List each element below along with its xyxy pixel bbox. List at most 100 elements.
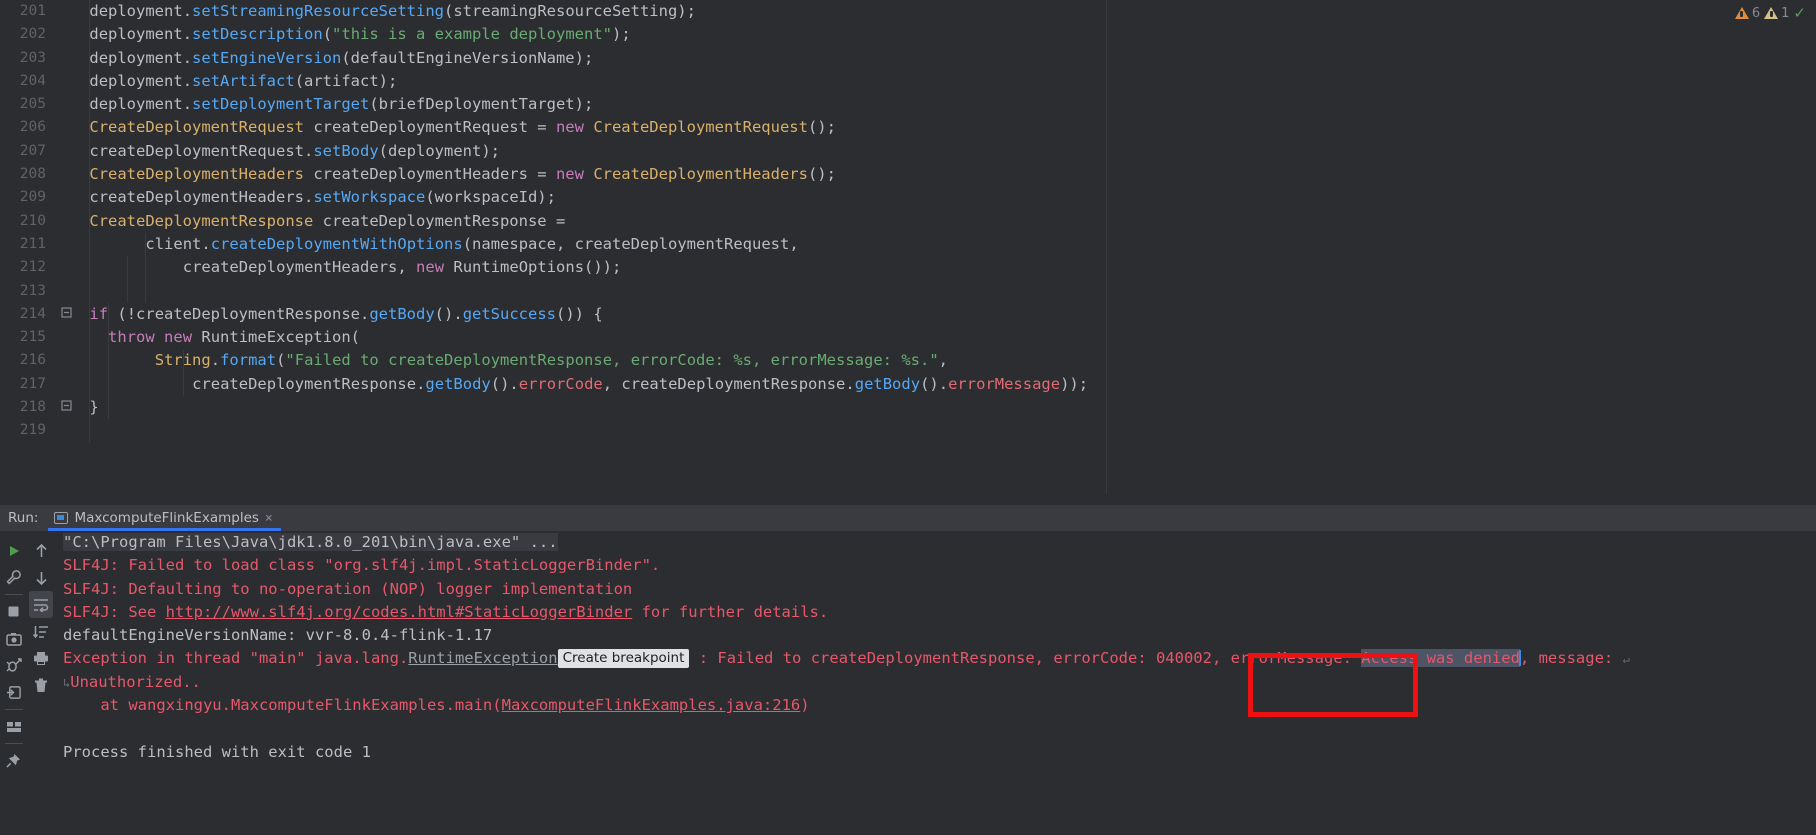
down-button[interactable] bbox=[29, 564, 53, 591]
rerun-button[interactable] bbox=[2, 537, 26, 564]
console-line[interactable]: "C:\Program Files\Java\jdk1.8.0_201\bin\… bbox=[55, 531, 1816, 554]
stop-button[interactable] bbox=[2, 598, 26, 625]
console-line[interactable]: at wangxingyu.MaxcomputeFlinkExamples.ma… bbox=[55, 694, 1816, 717]
fold-marker-icon[interactable] bbox=[58, 303, 74, 326]
code-token: createDeploymentRequest = bbox=[304, 118, 556, 137]
code-token: (!createDeploymentResponse bbox=[108, 304, 360, 323]
inspection-widget[interactable]: 6 1 ✓ bbox=[1734, 2, 1806, 24]
code-token: (deployment); bbox=[378, 141, 500, 160]
code-line[interactable]: 201 deployment.setStreamingResourceSettin… bbox=[0, 0, 1816, 23]
line-number: 214 bbox=[19, 305, 46, 322]
code-lines[interactable]: 201 deployment.setStreamingResourceSettin… bbox=[0, 0, 1816, 497]
line-number: 206 bbox=[19, 119, 46, 136]
checkmark-icon[interactable]: ✓ bbox=[1793, 4, 1806, 22]
code-line[interactable]: 217 createDeploymentResponse.getBody().er… bbox=[0, 373, 1816, 396]
run-tab-bar: Run: MaxcomputeFlinkExamples × bbox=[0, 505, 1816, 531]
code-text: deployment.setArtifact(artifact); bbox=[89, 70, 397, 93]
console-line[interactable]: defaultEngineVersionName: vvr-8.0.4-flin… bbox=[55, 624, 1816, 647]
camera-button[interactable] bbox=[2, 625, 26, 652]
code-line[interactable]: 205 deployment.setDeploymentTarget(briefD… bbox=[0, 93, 1816, 116]
debug-button[interactable] bbox=[2, 652, 26, 679]
console-icon bbox=[54, 512, 69, 524]
code-token: . bbox=[182, 25, 193, 44]
code-token: createDeploymentRequest bbox=[89, 141, 304, 160]
print-button[interactable] bbox=[29, 645, 53, 672]
close-icon[interactable]: × bbox=[265, 512, 273, 525]
code-token: createDeploymentResponse bbox=[192, 374, 417, 393]
run-tab[interactable]: MaxcomputeFlinkExamples × bbox=[48, 505, 281, 531]
code-token: . bbox=[509, 374, 519, 393]
console-text: SLF4J: Defaulting to no-operation (NOP) … bbox=[63, 579, 633, 598]
console-link[interactable]: RuntimeException bbox=[408, 649, 557, 667]
pin-button[interactable] bbox=[2, 747, 26, 774]
code-text: deployment.setDeploymentTarget(briefDepl… bbox=[89, 93, 593, 116]
soft-wrap-button[interactable] bbox=[29, 591, 53, 618]
console-line[interactable]: SLF4J: Defaulting to no-operation (NOP) … bbox=[55, 578, 1816, 601]
console-line[interactable]: SLF4J: See http://www.slf4j.org/codes.ht… bbox=[55, 601, 1816, 624]
code-line[interactable]: 212 createDeploymentHeaders, new RuntimeO… bbox=[0, 256, 1816, 279]
code-line[interactable]: 210 CreateDeploymentResponse createDeploy… bbox=[0, 210, 1816, 233]
code-line[interactable]: 202 deployment.setDescription("this is a … bbox=[0, 23, 1816, 46]
code-token: ); bbox=[612, 25, 631, 44]
code-token: deployment bbox=[89, 48, 183, 67]
code-token: deployment bbox=[89, 95, 183, 114]
code-token: ( bbox=[322, 25, 333, 44]
code-line[interactable]: 204 deployment.setArtifact(artifact); bbox=[0, 70, 1816, 93]
code-line[interactable]: 213 bbox=[0, 280, 1816, 303]
code-token: () bbox=[490, 374, 510, 393]
code-line[interactable]: 207 createDeploymentRequest.setBody(deplo… bbox=[0, 140, 1816, 163]
create-breakpoint-chip[interactable]: Create breakpoint bbox=[557, 649, 690, 669]
code-line[interactable]: 206 CreateDeploymentRequest createDeploym… bbox=[0, 116, 1816, 139]
scroll-to-end-button[interactable] bbox=[29, 618, 53, 645]
code-text: if (!createDeploymentResponse.getBody().… bbox=[89, 303, 602, 326]
code-line[interactable]: 219 bbox=[0, 419, 1816, 442]
code-line[interactable]: 218} bbox=[0, 396, 1816, 419]
console-link[interactable]: http://www.slf4j.org/codes.html#StaticLo… bbox=[166, 603, 633, 621]
code-line[interactable]: 211 client.createDeploymentWithOptions(na… bbox=[0, 233, 1816, 256]
line-number: 211 bbox=[19, 235, 46, 252]
console-line[interactable]: ↳Unauthorized.. bbox=[55, 671, 1816, 694]
code-token: createDeploymentWithOptions bbox=[210, 234, 463, 253]
code-text: client.createDeploymentWithOptions(names… bbox=[145, 233, 798, 256]
code-line[interactable]: 216 String.format("Failed to createDeploy… bbox=[0, 349, 1816, 372]
indent-guide bbox=[89, 0, 91, 443]
code-line[interactable]: 203 deployment.setEngineVersion(defaultEn… bbox=[0, 47, 1816, 70]
code-token: new bbox=[416, 258, 445, 277]
console-output[interactable]: "C:\Program Files\Java\jdk1.8.0_201\bin\… bbox=[55, 531, 1816, 835]
console-text: for further details. bbox=[632, 602, 829, 621]
console-text: defaultEngineVersionName: vvr-8.0.4-flin… bbox=[63, 626, 493, 645]
layout-button[interactable] bbox=[2, 713, 26, 740]
code-token: (namespace, createDeploymentRequest, bbox=[462, 234, 799, 253]
line-number: 217 bbox=[19, 375, 46, 392]
code-token: (streamingResourceSetting); bbox=[444, 2, 696, 20]
console-line[interactable] bbox=[55, 717, 1816, 740]
fold-marker-icon[interactable] bbox=[58, 396, 74, 419]
settings-button[interactable] bbox=[2, 564, 26, 591]
console-line[interactable]: Process finished with exit code 1 bbox=[55, 741, 1816, 764]
code-line[interactable]: 215 throw new RuntimeException( bbox=[0, 326, 1816, 349]
code-line[interactable]: 208 CreateDeploymentHeaders createDeploym… bbox=[0, 163, 1816, 186]
code-editor[interactable]: 201 deployment.setStreamingResourceSettin… bbox=[0, 0, 1816, 505]
code-token: (briefDeploymentTarget); bbox=[369, 95, 594, 114]
editor-hscroll-track[interactable] bbox=[0, 494, 1816, 501]
export-button[interactable] bbox=[2, 679, 26, 706]
code-line[interactable]: 214 if (!createDeploymentResponse.getBody… bbox=[0, 303, 1816, 326]
console-line[interactable]: SLF4J: Failed to load class "org.slf4j.i… bbox=[55, 554, 1816, 577]
console-link[interactable]: MaxcomputeFlinkExamples.java:216 bbox=[502, 696, 801, 714]
code-token: setDescription bbox=[192, 25, 323, 44]
code-line[interactable]: 209 createDeploymentHeaders.setWorkspace(… bbox=[0, 186, 1816, 209]
console-text: "C:\Program Files\Java\jdk1.8.0_201\bin\… bbox=[63, 533, 558, 551]
code-token: throw bbox=[108, 328, 155, 347]
up-button[interactable] bbox=[29, 537, 53, 564]
console-line[interactable]: Exception in thread "main" java.lang.Run… bbox=[55, 647, 1816, 670]
code-text: CreateDeploymentHeaders createDeployment… bbox=[89, 163, 836, 186]
line-number: 208 bbox=[19, 166, 46, 183]
code-token: . bbox=[360, 304, 370, 323]
selected-text: Access was denied bbox=[1361, 649, 1520, 668]
line-number: 202 bbox=[19, 26, 46, 43]
warning-indicator[interactable]: 6 bbox=[1734, 6, 1760, 21]
trash-button[interactable] bbox=[29, 672, 53, 699]
weak-warning-indicator[interactable]: 1 bbox=[1764, 6, 1789, 21]
code-token: getBody bbox=[854, 374, 921, 393]
